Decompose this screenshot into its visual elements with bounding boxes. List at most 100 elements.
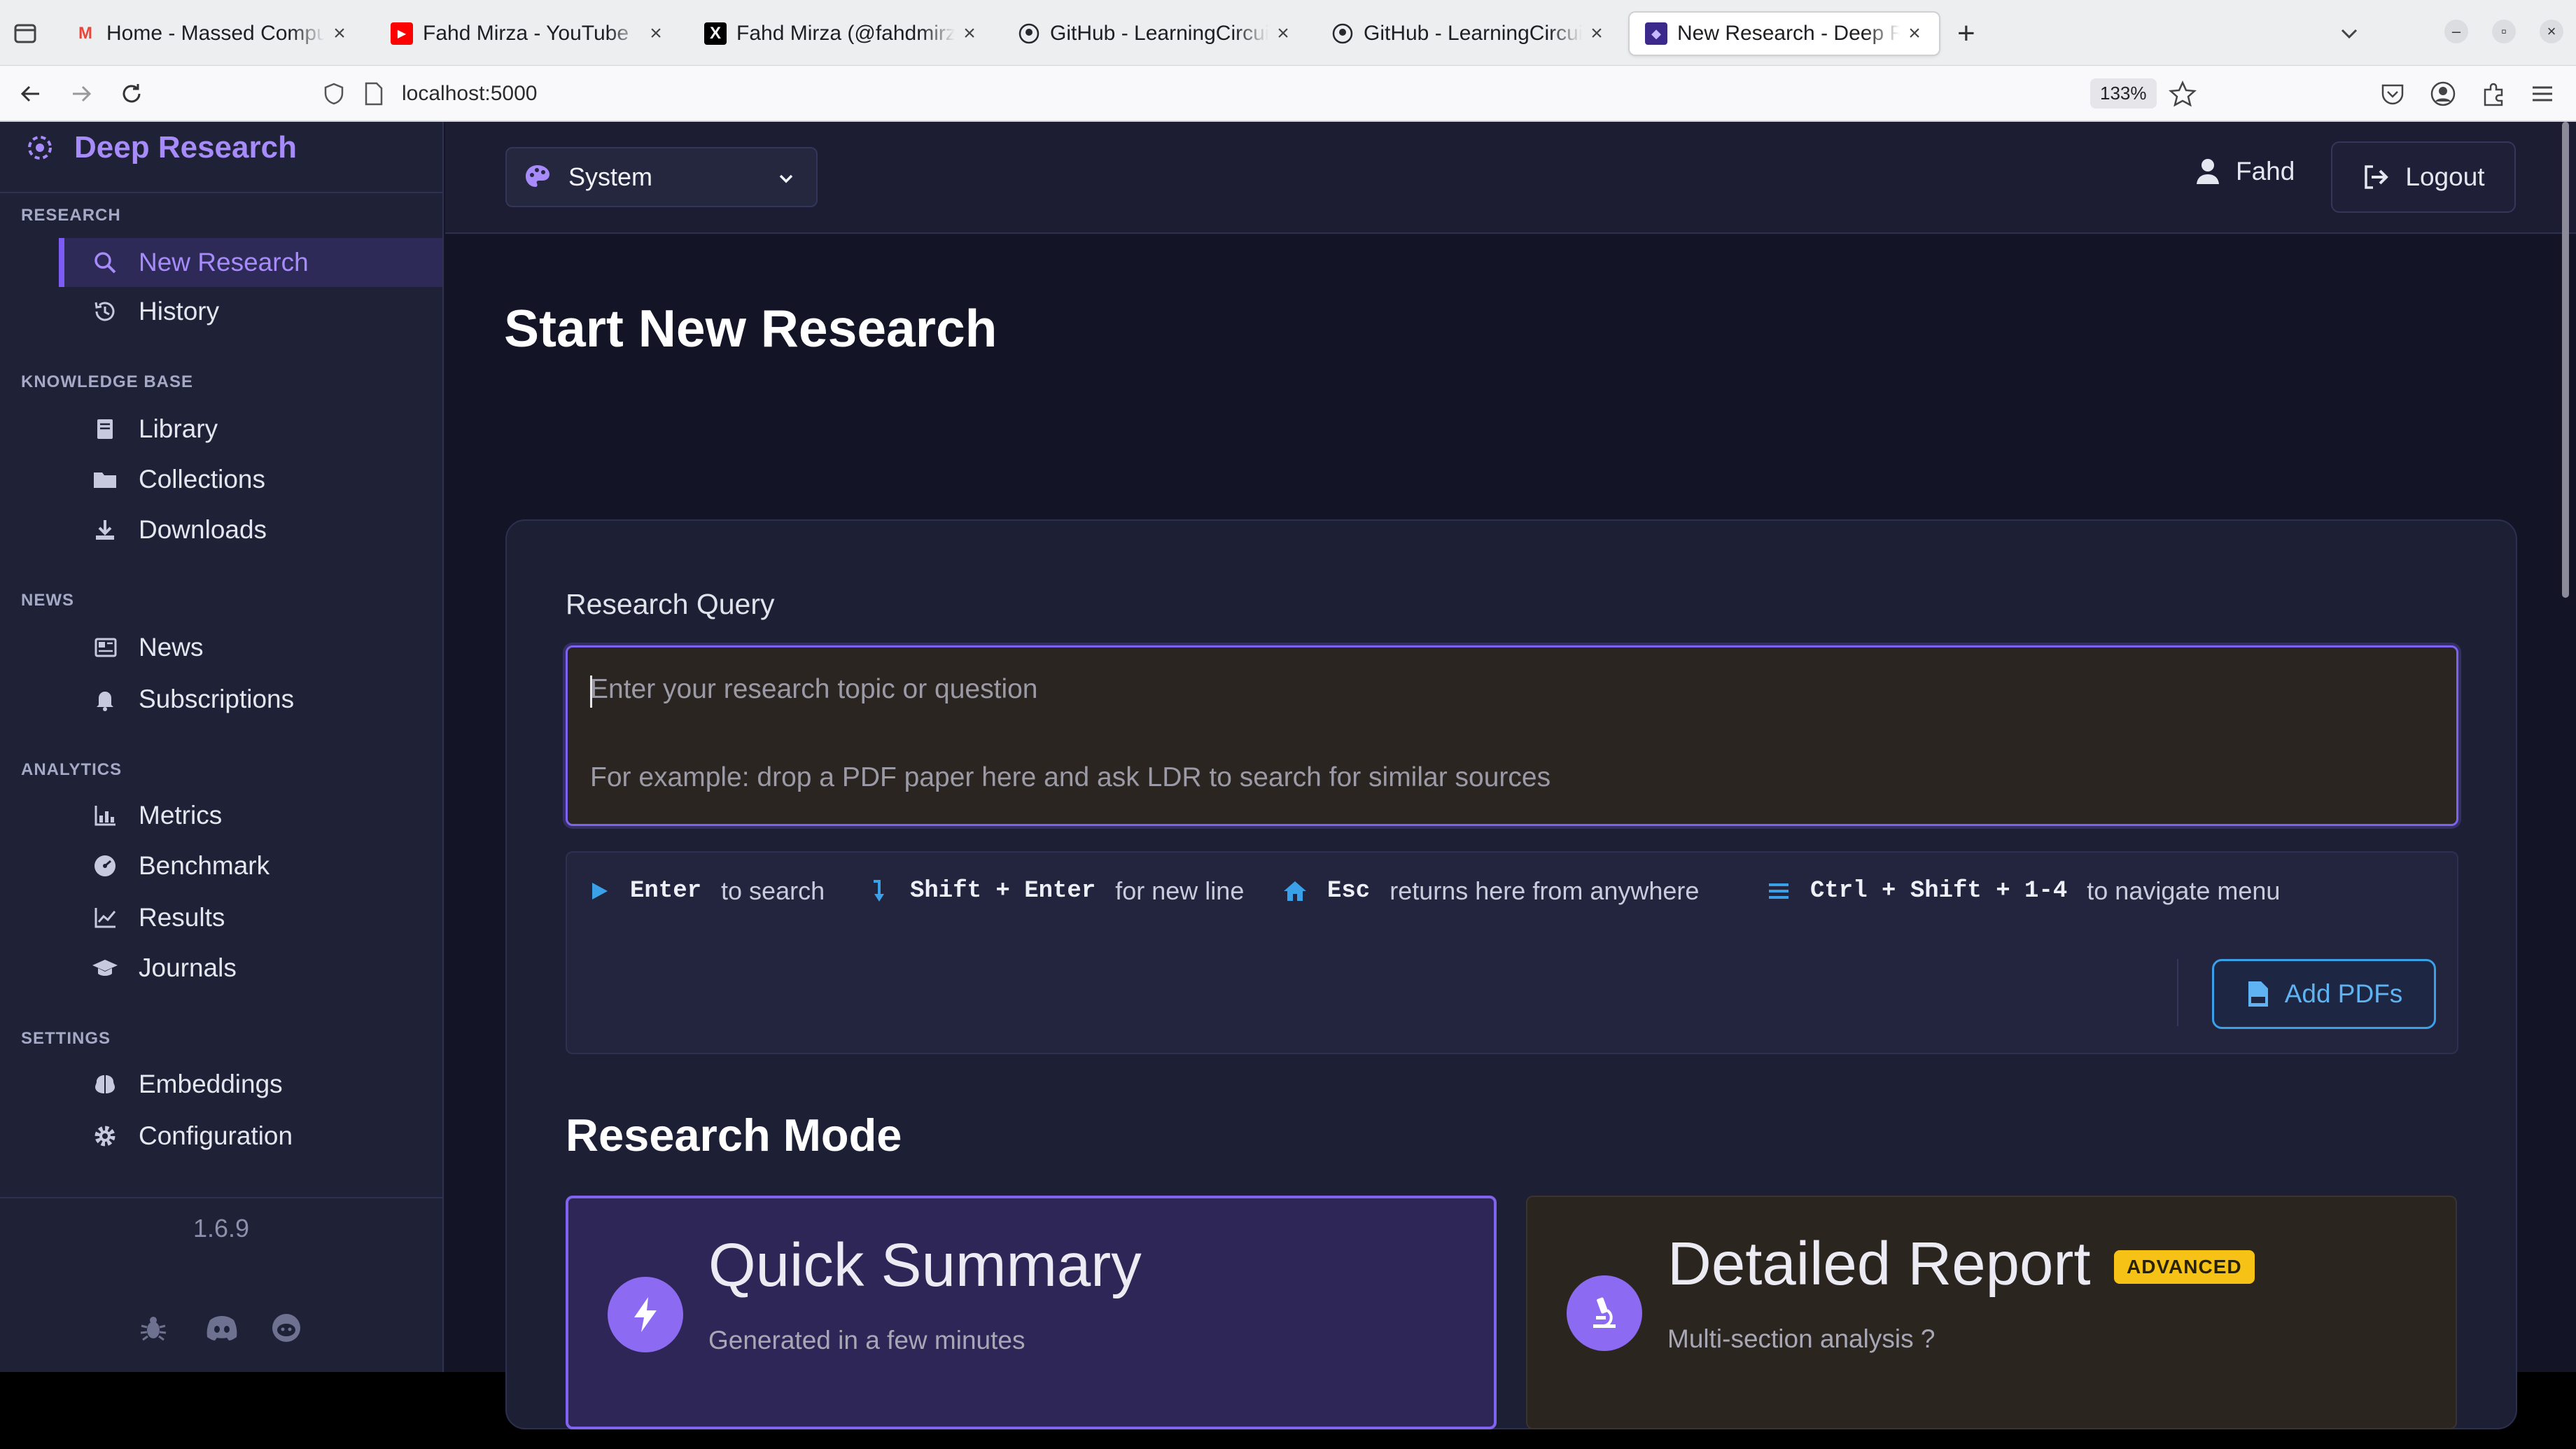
- theme-select[interactable]: System: [505, 147, 818, 207]
- page-title: Start New Research: [504, 299, 997, 358]
- sidebar-item-label: Journals: [139, 953, 237, 982]
- atom-logo-icon: [28, 136, 52, 160]
- forward-icon[interactable]: [67, 80, 95, 108]
- user-menu[interactable]: Fahd: [2195, 157, 2295, 186]
- tab-title: GitHub - LearningCircuit/: [1050, 22, 1268, 45]
- sidebar-item-embeddings[interactable]: Embeddings: [59, 1060, 442, 1109]
- sidebar-item-label: News: [139, 633, 204, 662]
- minimize-icon[interactable]: –: [2444, 20, 2468, 43]
- sidebar-item-label: Embeddings: [139, 1070, 283, 1098]
- browser-tab-bar: M Home - Massed Compute × ▶ Fahd Mirza -…: [0, 0, 2576, 66]
- user-icon: [2197, 159, 2219, 184]
- gauge-icon: [91, 852, 119, 880]
- restore-icon[interactable]: ▫: [2492, 20, 2516, 43]
- divider: [2177, 959, 2178, 1026]
- pocket-icon[interactable]: [2379, 80, 2407, 108]
- add-pdfs-button[interactable]: Add PDFs: [2212, 959, 2436, 1029]
- hint-text: returns here from anywhere: [1390, 876, 1700, 905]
- sidebar-item-configuration[interactable]: Configuration: [59, 1112, 442, 1161]
- user-name: Fahd: [2236, 157, 2295, 186]
- discord-icon[interactable]: [204, 1312, 237, 1344]
- sidebar-item-library[interactable]: Library: [59, 405, 442, 454]
- menu-icon: [1769, 883, 1788, 899]
- tab-close-icon[interactable]: ×: [1905, 22, 1924, 46]
- play-icon: [592, 883, 608, 899]
- tab-list-icon[interactable]: [13, 21, 38, 46]
- line-chart-icon: [91, 904, 119, 932]
- url-text[interactable]: localhost:5000: [402, 82, 537, 106]
- query-placeholder-example: For example: drop a PDF paper here and a…: [590, 762, 1551, 792]
- bookmark-star-icon[interactable]: [2169, 80, 2197, 108]
- brand-name: Deep Research: [74, 130, 297, 164]
- hint-esc: Esc returns here from anywhere: [1282, 876, 1699, 906]
- query-placeholder: Enter your research topic or question: [590, 674, 1038, 704]
- mode-quick-summary[interactable]: Quick Summary Generated in a few minutes: [566, 1196, 1497, 1429]
- sidebar-item-new-research[interactable]: New Research: [59, 238, 442, 287]
- hamburger-menu-icon[interactable]: [2528, 80, 2556, 108]
- back-icon[interactable]: [17, 80, 45, 108]
- research-query-label: Research Query: [566, 588, 775, 620]
- browser-tab[interactable]: ▶ Fahd Mirza - YouTube ×: [375, 13, 680, 55]
- tab-close-icon[interactable]: ×: [647, 22, 665, 46]
- browser-tab[interactable]: GitHub - LearningCircuit/ ×: [1316, 13, 1621, 55]
- search-icon: [91, 248, 119, 276]
- tab-favicon-icon: ◆: [1645, 22, 1667, 45]
- section-title-settings: SETTINGS: [21, 1029, 111, 1048]
- app-version: 1.6.9: [192, 1214, 250, 1242]
- sidebar-item-label: Library: [139, 414, 218, 443]
- close-window-icon[interactable]: ×: [2540, 20, 2563, 43]
- sidebar-item-news[interactable]: News: [59, 623, 442, 672]
- browser-tab[interactable]: M Home - Massed Compute ×: [59, 13, 364, 55]
- mode-subtitle: Generated in a few minutes: [708, 1326, 1026, 1354]
- section-title-analytics: ANALYTICS: [21, 760, 122, 779]
- browser-tab-active[interactable]: ◆ New Research - Deep Re ×: [1630, 13, 1939, 55]
- microscope-icon: [1567, 1275, 1642, 1351]
- browser-tab[interactable]: GitHub - LearningCircuit/ ×: [1002, 13, 1308, 55]
- mode-title: Detailed Report: [1667, 1230, 2091, 1298]
- sidebar-item-benchmark[interactable]: Benchmark: [59, 841, 442, 890]
- mode-detailed-report[interactable]: Detailed Report ADVANCED Multi-section a…: [1526, 1196, 2457, 1429]
- tab-close-icon[interactable]: ×: [1588, 22, 1606, 46]
- logout-icon: [2365, 165, 2389, 189]
- reload-icon[interactable]: [118, 80, 146, 108]
- browser-tab[interactable]: X Fahd Mirza (@fahdmirza) ×: [689, 13, 994, 55]
- add-pdfs-label: Add PDFs: [2284, 979, 2403, 1008]
- address-bar[interactable]: localhost:5000: [322, 73, 2205, 115]
- main-content: Start New Research Research Query Enter …: [445, 235, 2576, 1429]
- research-query-input[interactable]: Enter your research topic or question Fo…: [566, 645, 2458, 826]
- tab-favicon-icon: M: [78, 24, 92, 43]
- sidebar-item-collections[interactable]: Collections: [59, 455, 442, 504]
- tab-title: New Research - Deep Re: [1677, 22, 1900, 45]
- reddit-icon[interactable]: [270, 1312, 302, 1344]
- divider: [0, 192, 442, 193]
- account-icon[interactable]: [2429, 80, 2457, 108]
- brain-icon: [91, 1070, 119, 1098]
- tab-overflow-chevron-icon[interactable]: [2337, 21, 2362, 46]
- sidebar-item-results[interactable]: Results: [59, 893, 442, 942]
- sidebar-item-journals[interactable]: Journals: [59, 944, 442, 993]
- sidebar-item-history[interactable]: History: [59, 287, 442, 336]
- brand-link[interactable]: Deep Research: [25, 130, 297, 165]
- sidebar-item-downloads[interactable]: Downloads: [59, 505, 442, 554]
- sidebar-item-label: Results: [139, 903, 225, 932]
- download-icon: [91, 516, 119, 544]
- sidebar-item-label: Configuration: [139, 1121, 293, 1150]
- bug-icon[interactable]: [137, 1312, 169, 1344]
- section-title-news: NEWS: [21, 591, 74, 610]
- research-form-card: Research Query Enter your research topic…: [505, 519, 2517, 1429]
- sidebar-item-metrics[interactable]: Metrics: [59, 791, 442, 840]
- tab-close-icon[interactable]: ×: [960, 22, 979, 46]
- hint-keys: Esc: [1327, 878, 1371, 904]
- tab-close-icon[interactable]: ×: [330, 22, 349, 46]
- tab-close-icon[interactable]: ×: [1274, 22, 1292, 46]
- new-tab-icon[interactable]: +: [1957, 18, 1975, 49]
- extensions-icon[interactable]: [2479, 80, 2507, 108]
- sidebar-item-label: New Research: [139, 248, 309, 276]
- zoom-level[interactable]: 133%: [2090, 78, 2157, 108]
- page-scrollbar[interactable]: [2562, 122, 2569, 598]
- tab-title: Fahd Mirza - YouTube: [423, 22, 629, 45]
- sidebar-item-label: Benchmark: [139, 851, 270, 880]
- sidebar-item-subscriptions[interactable]: Subscriptions: [59, 675, 442, 724]
- logout-button[interactable]: Logout: [2331, 141, 2516, 213]
- shield-icon[interactable]: [322, 82, 346, 106]
